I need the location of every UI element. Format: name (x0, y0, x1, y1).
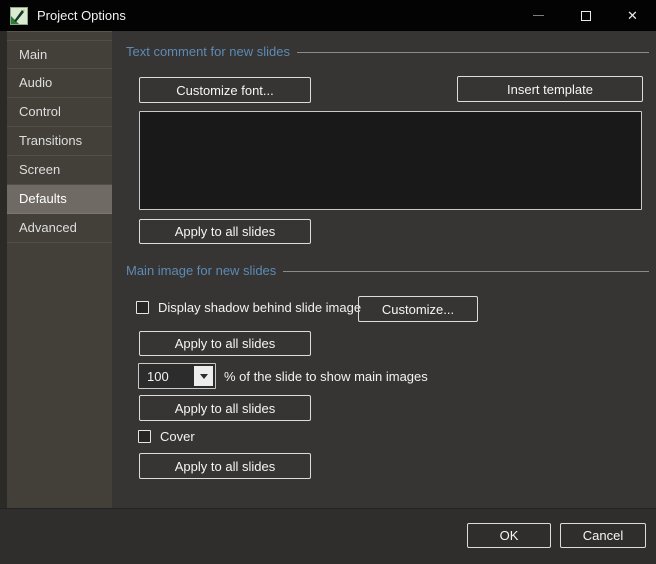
sidebar-edge (0, 31, 7, 508)
titlebar: Project Options ✕ (0, 0, 656, 31)
defaults-page: Text comment for new slides Customize fo… (112, 31, 656, 508)
section-header-text-comment: Text comment for new slides (126, 44, 649, 59)
shadow-checkbox[interactable] (136, 300, 149, 314)
insert-template-button[interactable]: Insert template (457, 76, 643, 102)
apply-comment-button[interactable]: Apply to all slides (139, 219, 311, 244)
chevron-down-icon (199, 373, 208, 379)
section-title: Text comment for new slides (126, 44, 291, 59)
percent-dropdown-arrow-button[interactable] (194, 366, 213, 386)
sidebar-item-advanced[interactable]: Advanced (7, 214, 112, 243)
sidebar-item-main[interactable]: Main (7, 40, 112, 69)
sidebar-item-transitions[interactable]: Transitions (7, 127, 112, 156)
sidebar-item-defaults[interactable]: Defaults (7, 185, 112, 214)
sidebar-item-control[interactable]: Control (7, 98, 112, 127)
project-options-dialog: Project Options ✕ Main Audio Control Tra… (0, 0, 656, 564)
percent-label: % of the slide to show main images (224, 369, 428, 384)
sidebar-item-audio[interactable]: Audio (7, 69, 112, 98)
section-rule (283, 271, 649, 272)
minimize-icon (533, 15, 544, 16)
ok-button[interactable]: OK (467, 523, 551, 548)
close-icon: ✕ (627, 8, 638, 23)
customize-font-button[interactable]: Customize font... (139, 77, 311, 103)
section-title: Main image for new slides (126, 263, 277, 278)
apply-shadow-button[interactable]: Apply to all slides (139, 331, 311, 356)
cover-checkbox-row: Cover (138, 428, 195, 444)
percent-dropdown[interactable]: 100 (138, 363, 216, 389)
apply-cover-button[interactable]: Apply to all slides (139, 453, 311, 479)
shadow-checkbox-label: Display shadow behind slide image (158, 299, 362, 315)
app-icon (10, 6, 28, 25)
close-button[interactable]: ✕ (609, 0, 656, 31)
section-rule (297, 52, 649, 53)
minimize-button[interactable] (515, 0, 562, 31)
window-controls: ✕ (515, 0, 656, 31)
shadow-checkbox-row: Display shadow behind slide image (136, 299, 361, 315)
maximize-icon (580, 10, 591, 21)
percent-dropdown-value: 100 (147, 369, 169, 384)
apply-percent-button[interactable]: Apply to all slides (139, 395, 311, 421)
sidebar-item-screen[interactable]: Screen (7, 156, 112, 185)
window-title: Project Options (37, 8, 126, 23)
cover-checkbox[interactable] (138, 429, 151, 443)
cancel-button[interactable]: Cancel (560, 523, 646, 548)
dialog-footer: OK Cancel (0, 508, 656, 564)
comment-text-area[interactable] (139, 111, 642, 210)
section-header-main-image: Main image for new slides (126, 263, 649, 278)
customize-shadow-button[interactable]: Customize... (358, 296, 478, 322)
cover-checkbox-label: Cover (160, 428, 195, 444)
sidebar: Main Audio Control Transitions Screen De… (7, 31, 112, 508)
maximize-button[interactable] (562, 0, 609, 31)
